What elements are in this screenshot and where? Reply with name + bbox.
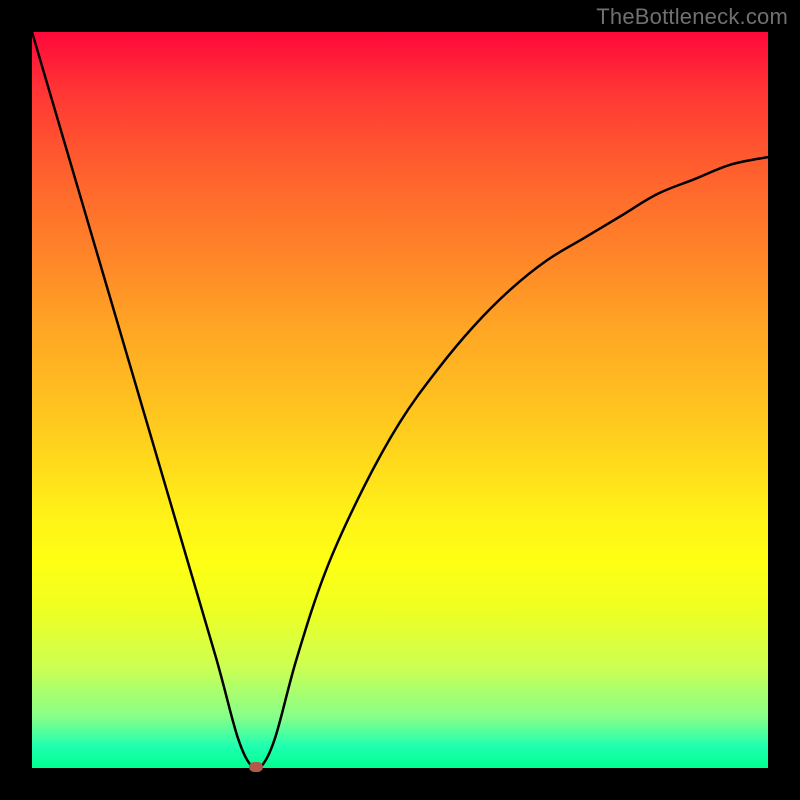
watermark-text: TheBottleneck.com — [596, 4, 788, 30]
minimum-marker — [249, 762, 263, 772]
curve-path — [32, 32, 768, 768]
chart-plot-area — [32, 32, 768, 768]
bottleneck-curve — [32, 32, 768, 768]
